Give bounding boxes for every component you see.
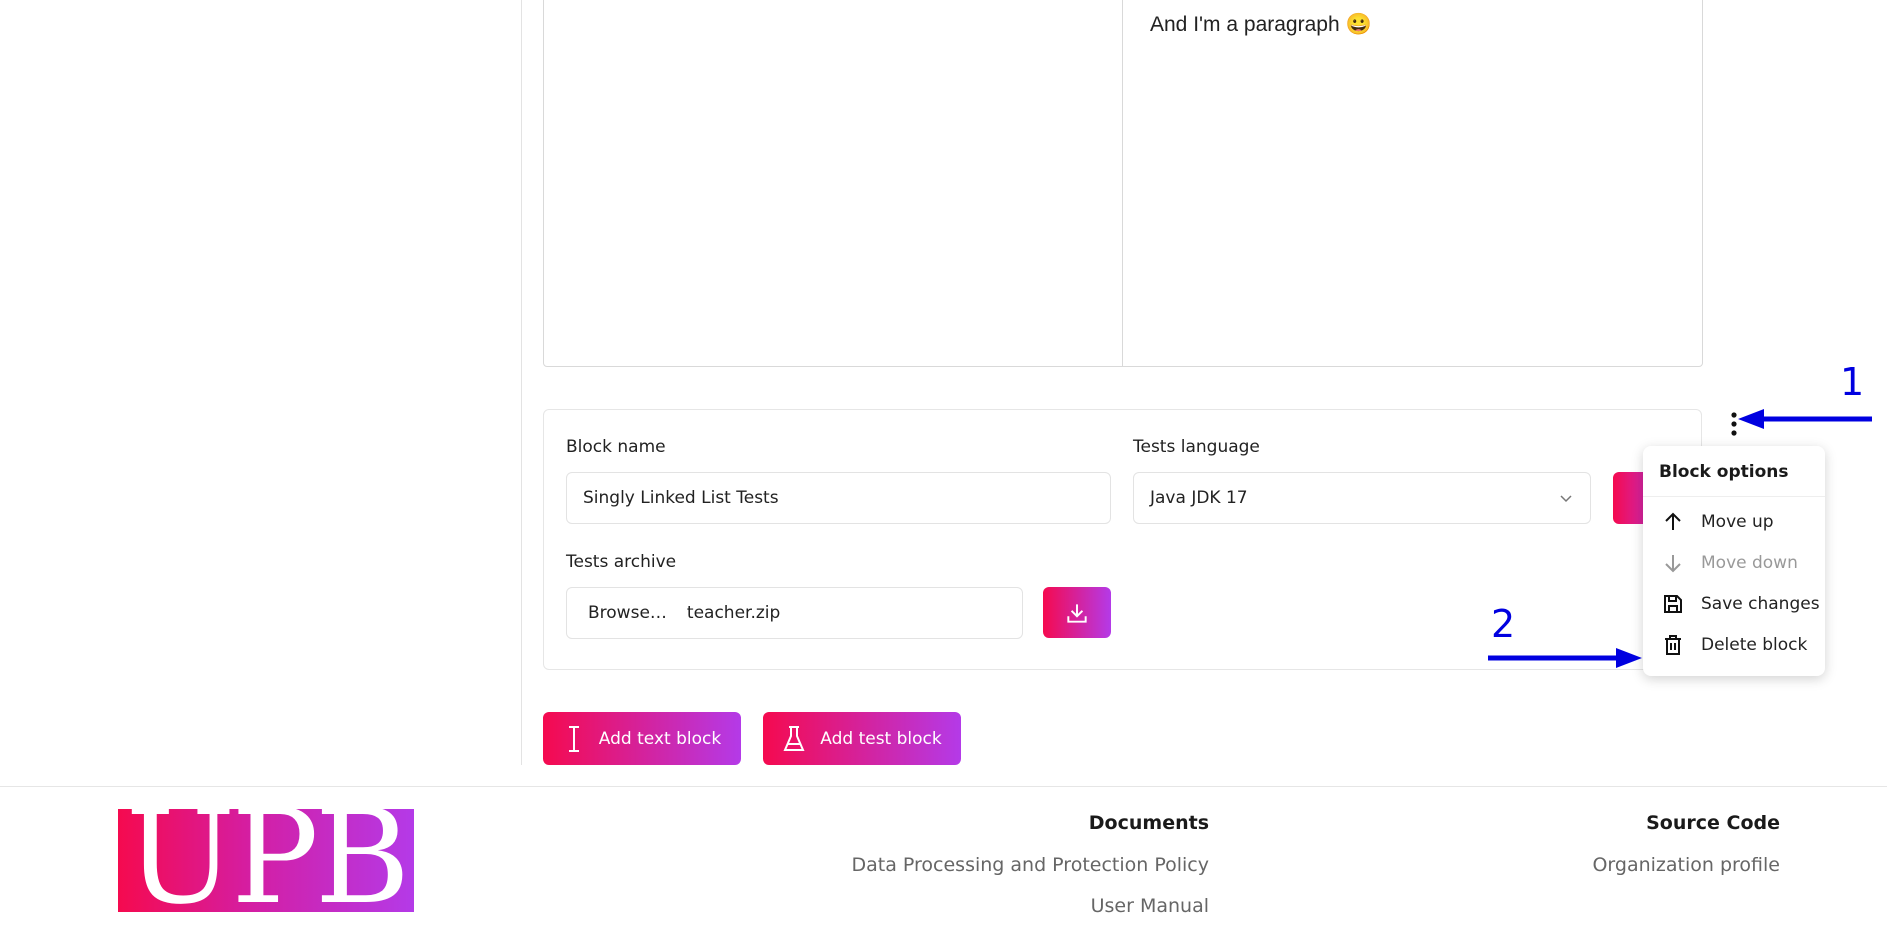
chevron-down-icon: [1560, 495, 1572, 503]
footer-divider: [0, 786, 1887, 787]
menu-title: Block options: [1643, 446, 1825, 497]
download-icon: [1067, 603, 1087, 623]
tests-language-select[interactable]: Java JDK 17: [1133, 472, 1591, 524]
annotation-arrow-2-icon: [1488, 648, 1642, 668]
save-icon: [1664, 594, 1682, 613]
tests-language-value: Java JDK 17: [1150, 488, 1248, 508]
browse-button[interactable]: Browse…: [588, 603, 667, 623]
menu-item-move-down[interactable]: Move down: [1643, 542, 1825, 583]
text-block-editor[interactable]: And I'm a paragraph 😀: [543, 0, 1703, 367]
annotation-label-2: 2: [1491, 602, 1516, 646]
block-options-menu: Block options Move up Move down Save cha…: [1643, 446, 1825, 676]
download-archive-button[interactable]: [1043, 587, 1111, 638]
flask-icon: [783, 725, 805, 751]
upb-logo[interactable]: UPB: [118, 809, 414, 912]
block-name-label: Block name: [566, 437, 666, 457]
menu-item-delete-block[interactable]: Delete block: [1643, 624, 1825, 665]
footer-link-user-manual[interactable]: User Manual: [1091, 895, 1209, 917]
menu-item-label: Move down: [1701, 552, 1798, 573]
menu-item-label: Save changes: [1701, 593, 1820, 614]
menu-item-save-changes[interactable]: Save changes: [1643, 583, 1825, 624]
footer-link-data-policy[interactable]: Data Processing and Protection Policy: [851, 854, 1209, 876]
preview-paragraph: And I'm a paragraph 😀: [1150, 13, 1372, 36]
editor-preview-divider: [1122, 0, 1123, 366]
tests-archive-file-input[interactable]: Browse… teacher.zip: [566, 587, 1023, 639]
add-text-block-label: Add text block: [598, 728, 722, 749]
add-test-block-label: Add test block: [820, 728, 942, 749]
menu-item-label: Move up: [1701, 511, 1774, 532]
file-name: teacher.zip: [686, 603, 781, 623]
menu-item-label: Delete block: [1701, 634, 1808, 655]
annotation-arrow-1-icon: [1738, 409, 1872, 429]
logo-letters: UPB: [125, 809, 411, 912]
add-test-block-button[interactable]: Add test block: [763, 712, 961, 765]
annotation-label-1: 1: [1840, 360, 1865, 404]
text-cursor-icon: [568, 725, 579, 752]
tests-archive-label: Tests archive: [566, 552, 677, 572]
arrow-up-icon: [1665, 512, 1681, 530]
footer-link-organization-profile[interactable]: Organization profile: [1592, 854, 1780, 876]
footer-source-code-title: Source Code: [1646, 812, 1780, 834]
arrow-down-icon: [1665, 554, 1681, 572]
add-text-block-button[interactable]: Add text block: [543, 712, 741, 765]
block-name-input[interactable]: Singly Linked List Tests: [566, 472, 1111, 524]
sidebar-divider: [521, 0, 522, 765]
tests-language-label: Tests language: [1133, 437, 1260, 457]
footer-documents-title: Documents: [1088, 812, 1209, 834]
trash-icon: [1665, 634, 1681, 655]
menu-item-move-up[interactable]: Move up: [1643, 501, 1825, 542]
